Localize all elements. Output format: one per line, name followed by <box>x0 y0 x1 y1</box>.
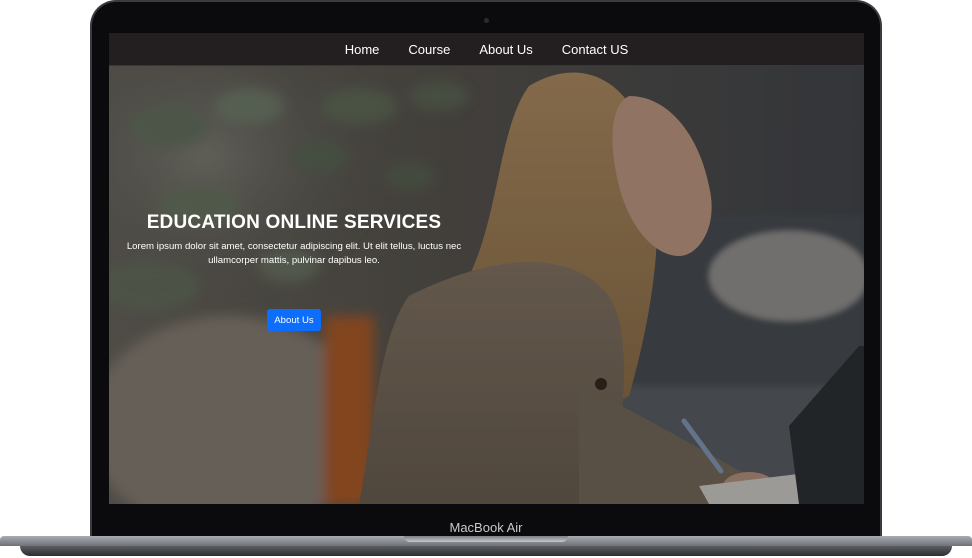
hero-overlay <box>109 66 864 504</box>
base-bottom <box>20 546 952 556</box>
nav-item-home[interactable]: Home <box>345 40 380 59</box>
hero-title: EDUCATION ONLINE SERVICES <box>146 212 442 233</box>
laptop-base <box>0 536 972 558</box>
laptop-screen: Home Course About Us Contact US EDUCATIO… <box>109 33 864 504</box>
about-us-button[interactable]: About Us <box>267 309 321 331</box>
nav-item-course[interactable]: Course <box>408 40 450 59</box>
hero-section: EDUCATION ONLINE SERVICES Lorem ipsum do… <box>109 66 864 504</box>
navbar: Home Course About Us Contact US <box>109 33 864 66</box>
nav-item-contact-us[interactable]: Contact US <box>562 40 628 59</box>
nav-item-about-us[interactable]: About Us <box>479 40 532 59</box>
hero-description: Lorem ipsum dolor sit amet, consectetur … <box>126 241 462 266</box>
base-notch <box>404 536 568 542</box>
camera-icon <box>484 18 489 23</box>
laptop-model-label: MacBook Air <box>449 520 523 535</box>
laptop-mockup: Home Course About Us Contact US EDUCATIO… <box>0 0 972 558</box>
